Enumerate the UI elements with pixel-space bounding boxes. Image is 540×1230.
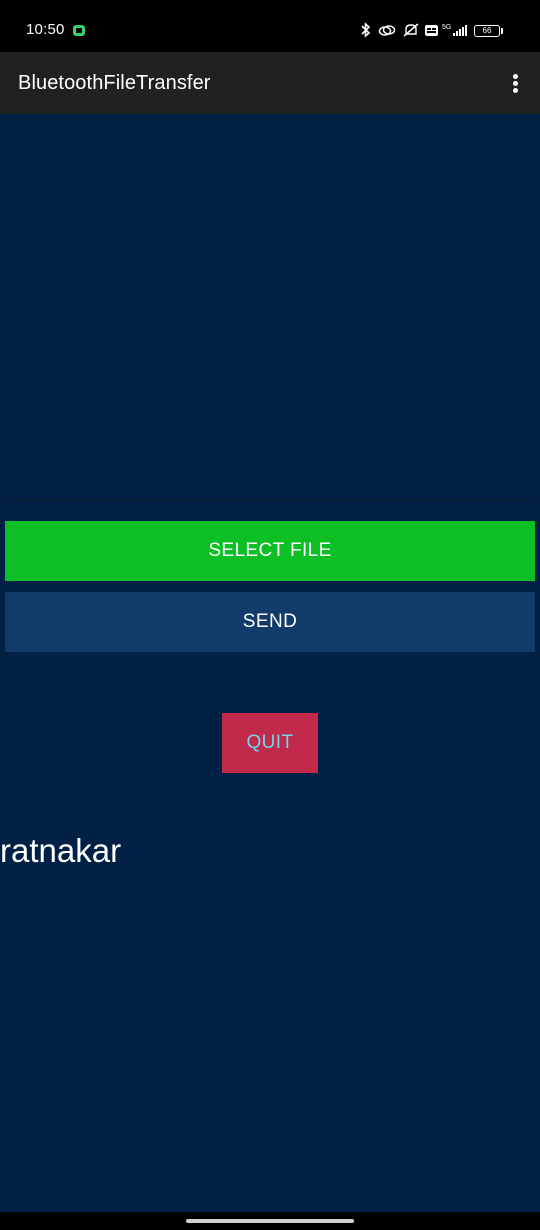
file-list-area (5, 114, 535, 500)
divider (5, 500, 535, 501)
user-name-label: ratnakar (0, 832, 122, 869)
select-file-button[interactable]: SELECT FILE (5, 521, 535, 581)
more-vert-icon[interactable] (500, 66, 532, 100)
navigation-bar (0, 1212, 540, 1230)
svg-text:5G: 5G (442, 24, 451, 31)
status-time: 10:50 (26, 21, 65, 38)
home-indicator[interactable] (186, 1219, 354, 1223)
mute-icon (402, 22, 420, 40)
link-icon (378, 22, 396, 40)
app-screen: 10:50 5G 66 BluetoothFileTransfer SELECT… (0, 0, 540, 1230)
battery-level: 66 (482, 26, 492, 35)
status-bar: 10:50 5G 66 (0, 0, 540, 52)
bluetooth-icon (360, 22, 372, 40)
battery-nub (501, 28, 503, 34)
notification-app-icon (73, 25, 85, 36)
battery-icon: 66 (474, 25, 500, 37)
app-title: BluetoothFileTransfer (18, 72, 211, 94)
app-bar: BluetoothFileTransfer (0, 52, 540, 114)
volte-icon (424, 22, 439, 40)
quit-button[interactable]: QUIT (222, 713, 318, 773)
send-button[interactable]: SEND (5, 592, 535, 652)
signal-5g-icon: 5G (442, 22, 470, 40)
